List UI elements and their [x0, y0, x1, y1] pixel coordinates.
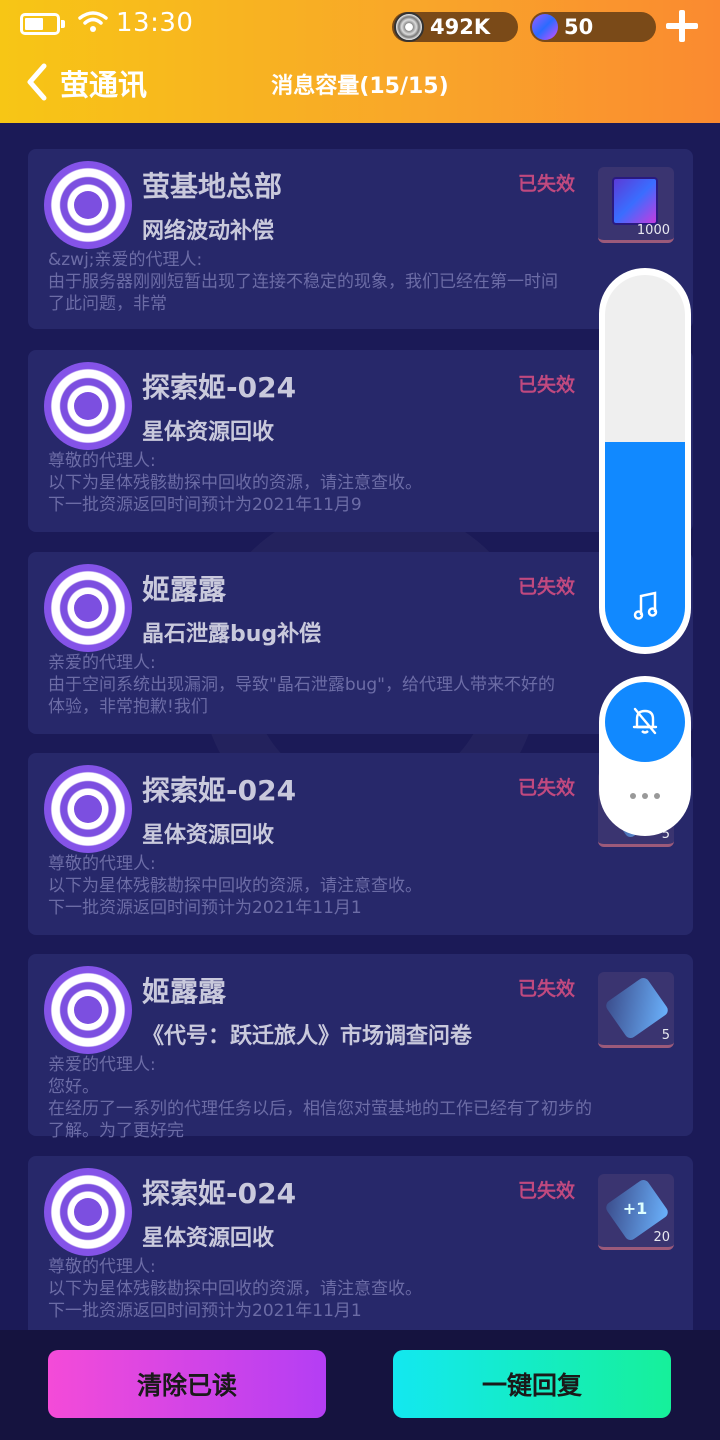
attachment-item[interactable]: 20	[598, 1174, 674, 1250]
avatar	[44, 161, 132, 249]
avatar	[44, 765, 132, 853]
message-sender: 姬露露	[142, 975, 227, 1008]
message-subject: 星体资源回收	[142, 823, 275, 848]
status-time: 13:30	[116, 8, 194, 38]
add-currency-button[interactable]	[664, 8, 700, 44]
message-subject: 《代号：跃迁旅人》市场调查问卷	[142, 1024, 473, 1049]
message-preview: 尊敬的代理人: 以下为星体残骸勘探中回收的资源，请注意查收。 下一批资源返回时间…	[48, 854, 422, 918]
ringer-panel	[599, 676, 691, 836]
ticket-icon	[603, 975, 671, 1041]
gem-amount: 50	[564, 15, 594, 39]
item-quantity: 1000	[636, 223, 670, 238]
attachment-item[interactable]: 5	[598, 972, 674, 1048]
message-preview: &zwj;亲爱的代理人: 由于服务器刚刚短暂出现了连接不稳定的现象，我们已经在第…	[48, 250, 558, 314]
gem-counter: 50	[530, 12, 656, 42]
status-badge: 已失效	[518, 1180, 576, 1202]
coin-icon	[394, 12, 424, 42]
message-subject: 星体资源回收	[142, 420, 275, 445]
message-capacity: 消息容量(15/15)	[271, 74, 449, 99]
message-preview: 亲爱的代理人: 您好。 在经历了一系列的代理任务以后，相信您对萤基地的工作已经有…	[48, 1055, 592, 1141]
message-sender: 探索姬-024	[142, 1177, 297, 1210]
item-quantity: 5	[661, 1028, 670, 1043]
status-badge: 已失效	[518, 777, 576, 799]
message-sender: 探索姬-024	[142, 371, 297, 404]
music-note-icon	[633, 591, 658, 620]
header: 13:30 492K 50 萤通讯 消息容量(15/15)	[0, 0, 720, 123]
message-card[interactable]: 姬露露 《代号：跃迁旅人》市场调查问卷 已失效 亲爱的代理人: 您好。 在经历了…	[28, 954, 693, 1141]
bottom-bar: 清除已读 一键回复	[0, 1330, 720, 1440]
message-sender: 萤基地总部	[142, 170, 283, 203]
volume-slider[interactable]	[599, 268, 691, 654]
message-preview: 亲爱的代理人: 由于空间系统出现漏洞，导致"晶石泄露bug"，给代理人带来不好的…	[48, 653, 555, 717]
avatar	[44, 966, 132, 1054]
coin-counter: 492K	[392, 12, 518, 42]
message-preview: 尊敬的代理人: 以下为星体残骸勘探中回收的资源，请注意查收。 下一批资源返回时间…	[48, 1257, 422, 1321]
message-subject: 星体资源回收	[142, 1226, 275, 1251]
message-preview: 尊敬的代理人: 以下为星体残骸勘探中回收的资源，请注意查收。 下一批资源返回时间…	[48, 451, 422, 515]
cube-icon	[612, 177, 658, 225]
item-quantity: 20	[653, 1230, 670, 1245]
avatar	[44, 564, 132, 652]
message-card[interactable]: 探索姬-024 星体资源回收 已失效 尊敬的代理人: 以下为星体残骸勘探中回收的…	[28, 350, 693, 532]
gem-icon	[532, 14, 558, 40]
coin-amount: 492K	[430, 15, 491, 39]
status-badge: 已失效	[518, 374, 576, 396]
avatar	[44, 362, 132, 450]
message-card[interactable]: 探索姬-024 星体资源回收 已失效 尊敬的代理人: 以下为星体残骸勘探中回收的…	[28, 1156, 693, 1330]
status-bar: 13:30 492K 50	[0, 0, 720, 52]
message-sender: 探索姬-024	[142, 774, 297, 807]
reply-all-button[interactable]: 一键回复	[393, 1350, 671, 1418]
wifi-icon	[78, 11, 108, 32]
status-badge: 已失效	[518, 978, 576, 1000]
clear-read-button[interactable]: 清除已读	[48, 1350, 326, 1418]
volume-track[interactable]	[605, 275, 685, 647]
battery-icon	[20, 13, 65, 35]
status-badge: 已失效	[518, 576, 576, 598]
message-card[interactable]: 探索姬-024 星体资源回收 已失效 尊敬的代理人: 以下为星体残骸勘探中回收的…	[28, 753, 693, 935]
message-card[interactable]: 姬露露 晶石泄露bug补偿 已失效 亲爱的代理人: 由于空间系统出现漏洞，导致"…	[28, 552, 693, 734]
attachment-item[interactable]: 1000	[598, 167, 674, 243]
message-sender: 姬露露	[142, 573, 227, 606]
mute-toggle-button[interactable]	[605, 682, 685, 762]
message-subject: 网络波动补偿	[142, 219, 275, 244]
bell-off-icon	[632, 707, 658, 735]
status-badge: 已失效	[518, 173, 576, 195]
more-options-icon[interactable]	[627, 784, 663, 808]
message-card[interactable]: 萤基地总部 网络波动补偿 已失效 &zwj;亲爱的代理人: 由于服务器刚刚短暂出…	[28, 149, 693, 329]
message-subject: 晶石泄露bug补偿	[142, 622, 322, 647]
avatar	[44, 1168, 132, 1256]
